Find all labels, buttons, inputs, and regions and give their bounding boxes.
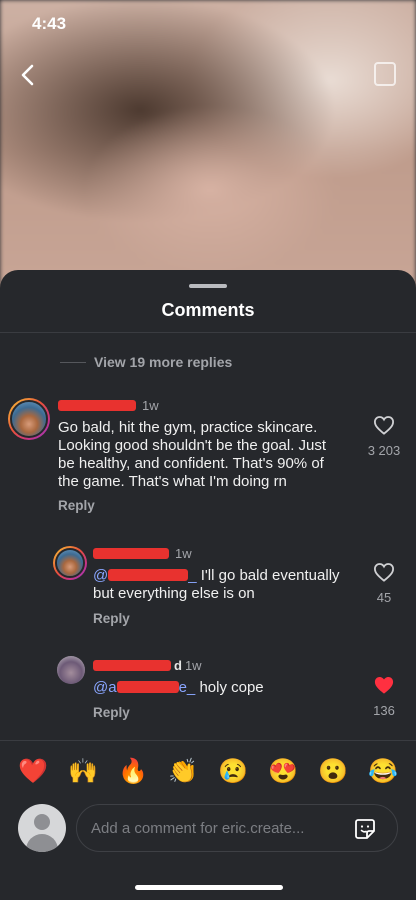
redacted-username xyxy=(58,400,136,411)
avatar[interactable] xyxy=(8,398,50,440)
view-more-replies-button[interactable]: View 19 more replies xyxy=(60,354,232,370)
mention-prefix: @ xyxy=(93,567,109,584)
emoji-raised-hands[interactable]: 🙌 xyxy=(60,757,106,786)
avatar[interactable] xyxy=(53,546,87,580)
heart-outline-icon xyxy=(373,563,395,582)
mention-link[interactable]: @a e_ xyxy=(93,679,195,696)
comment-input-container xyxy=(76,804,398,852)
emoji-fire[interactable]: 🔥 xyxy=(110,757,156,786)
comment-text: Go bald, hit the gym, practice skincare.… xyxy=(58,419,358,491)
comment-line: @a e_ holy cope xyxy=(93,679,363,697)
emoji-surprised[interactable]: 😮 xyxy=(310,757,356,786)
reply-button[interactable]: Reply xyxy=(93,705,130,720)
redacted-username xyxy=(93,548,169,559)
comment-line: @ _ I'll go bald eventually xyxy=(93,567,363,585)
emoji-quick-bar: ❤️ 🙌 🔥 👏 😢 😍 😮 😂 xyxy=(10,757,406,786)
divider xyxy=(0,332,416,333)
comment-text: @ _ I'll go bald eventually but everythin… xyxy=(93,567,363,603)
sticker-icon[interactable] xyxy=(353,817,377,841)
comment-input[interactable] xyxy=(91,819,341,837)
mention-link[interactable]: @ _ xyxy=(93,567,197,584)
emoji-laughing[interactable]: 😂 xyxy=(360,757,406,786)
comment-time: 1w xyxy=(175,546,192,561)
redacted-mention xyxy=(116,681,179,693)
like-column: 3 203 xyxy=(354,415,414,458)
mention-suffix: e_ xyxy=(178,679,196,696)
comment-line: Looking good shouldn't be the goal. Just xyxy=(58,437,327,454)
camera-icon[interactable] xyxy=(374,62,396,86)
sheet-grabber[interactable] xyxy=(189,284,227,288)
comment-line: be healthy, and confident. That's 90% of xyxy=(58,455,324,472)
like-count: 136 xyxy=(373,703,395,718)
comment-line: but everything else is on xyxy=(93,585,255,602)
comment-time: 1w xyxy=(184,658,202,673)
video-preview xyxy=(0,0,416,300)
emoji-heart[interactable]: ❤️ xyxy=(10,757,56,786)
chevron-left-icon xyxy=(21,64,34,86)
status-time: 4:43 xyxy=(32,14,67,33)
like-button[interactable] xyxy=(373,415,395,435)
comment-username[interactable]: 1w xyxy=(58,398,159,413)
divider xyxy=(0,740,416,741)
mention-suffix: _ xyxy=(188,567,197,584)
comment-username[interactable]: 1w xyxy=(93,546,192,561)
heart-outline-icon xyxy=(373,416,395,435)
comments-sheet: Comments View 19 more replies 1w Go bald… xyxy=(0,270,416,900)
redacted-mention xyxy=(108,569,189,581)
like-button[interactable] xyxy=(373,562,395,582)
comment-username[interactable]: d 1w xyxy=(93,658,202,673)
emoji-clapping[interactable]: 👏 xyxy=(160,757,206,786)
comment-body: holy cope xyxy=(199,679,264,696)
thread-line xyxy=(60,361,86,363)
like-button[interactable] xyxy=(373,675,395,695)
person-icon-body xyxy=(26,834,58,852)
like-column: 136 xyxy=(354,675,414,718)
like-column: 45 xyxy=(354,562,414,605)
like-count: 45 xyxy=(376,590,392,605)
mention-prefix: @a xyxy=(93,679,117,696)
sheet-title: Comments xyxy=(161,300,255,320)
comment-text: @a e_ holy cope xyxy=(93,679,363,697)
heart-filled-icon xyxy=(374,677,394,694)
user-avatar[interactable] xyxy=(18,804,66,852)
emoji-crying[interactable]: 😢 xyxy=(210,757,256,786)
comment-body: I'll go bald eventually xyxy=(200,567,340,584)
view-more-replies-label: View 19 more replies xyxy=(94,354,233,370)
like-count: 3 203 xyxy=(367,443,401,458)
home-indicator xyxy=(135,885,283,890)
comment-line: the game. That's what I'm doing rn xyxy=(58,473,287,490)
back-button[interactable] xyxy=(14,62,40,88)
reply-button[interactable]: Reply xyxy=(93,611,130,626)
comment-time: 1w xyxy=(142,398,159,413)
person-icon-head xyxy=(34,814,50,830)
username-tail: d xyxy=(174,658,182,673)
redacted-username xyxy=(93,660,171,671)
comment-line: Go bald, hit the gym, practice skincare. xyxy=(58,419,318,436)
avatar[interactable] xyxy=(57,656,85,684)
emoji-heart-eyes[interactable]: 😍 xyxy=(260,757,306,786)
reply-button[interactable]: Reply xyxy=(58,498,95,513)
